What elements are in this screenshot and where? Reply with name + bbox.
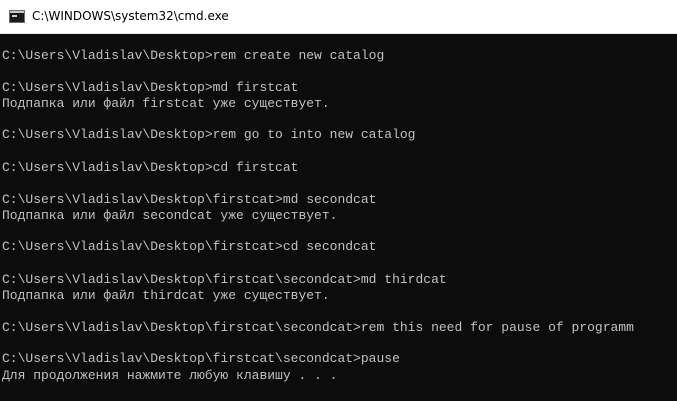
console-line: C:\Users\Vladislav\Desktop>rem create ne… <box>2 48 385 63</box>
console-line: C:\Users\Vladislav\Desktop>rem go to int… <box>2 127 416 142</box>
console-line: C:\Users\Vladislav\Desktop\firstcat\seco… <box>2 320 634 335</box>
console-line: C:\Users\Vladislav\Desktop>md firstcat <box>2 80 299 95</box>
console-line: C:\Users\Vladislav\Desktop\firstcat\seco… <box>2 272 447 287</box>
console-line: Подпапка или файл secondcat уже существу… <box>2 208 338 223</box>
cmd-window: C:\WINDOWS\system32\cmd.exe C:\Users\Vla… <box>0 0 677 401</box>
console-app-icon[interactable] <box>9 10 25 23</box>
console-line: C:\Users\Vladislav\Desktop\firstcat>md s… <box>2 192 377 207</box>
console-line: Подпапка или файл thirdcat уже существуе… <box>2 288 330 303</box>
title-bar[interactable]: C:\WINDOWS\system32\cmd.exe <box>0 0 677 34</box>
console-output[interactable]: C:\Users\Vladislav\Desktop>rem create ne… <box>0 34 677 401</box>
console-line: C:\Users\Vladislav\Desktop>cd firstcat <box>2 160 299 175</box>
console-line: Для продолжения нажмите любую клавишу . … <box>2 368 338 383</box>
console-line: Подпапка или файл firstcat уже существуе… <box>2 96 330 111</box>
window-title: C:\WINDOWS\system32\cmd.exe <box>32 9 229 23</box>
console-line: C:\Users\Vladislav\Desktop\firstcat\seco… <box>2 351 400 366</box>
console-line: C:\Users\Vladislav\Desktop\firstcat>cd s… <box>2 239 377 254</box>
